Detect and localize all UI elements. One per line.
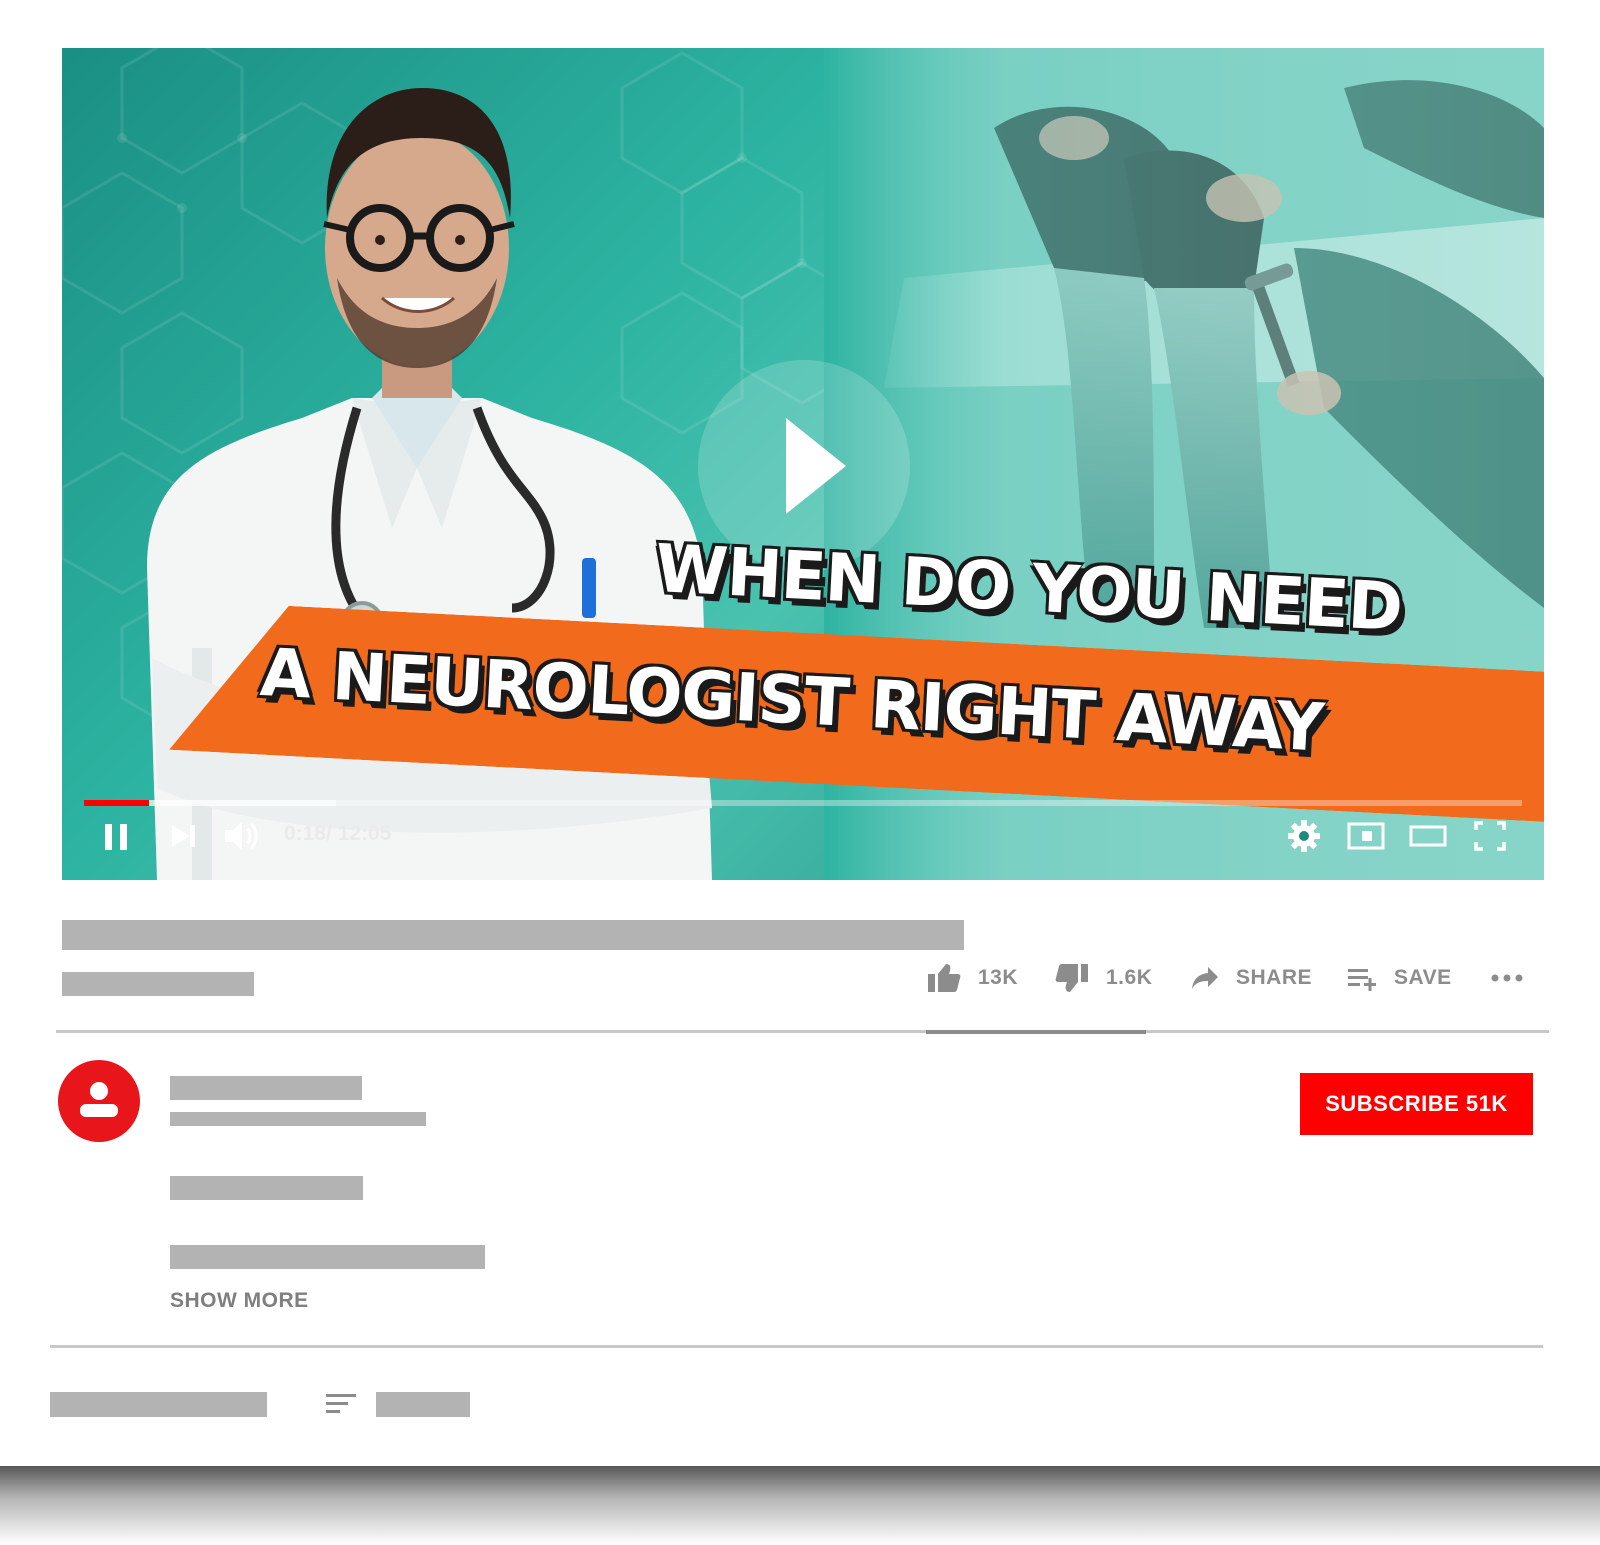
dislike-count: 1.6K [1106,966,1153,989]
video-player[interactable]: WHEN DO YOU NEED A NEUROLOGIST RIGHT AWA… [62,48,1544,880]
pause-button[interactable] [102,818,132,854]
view-count-placeholder [62,972,254,996]
volume-button[interactable] [222,818,262,854]
play-icon [786,418,846,514]
more-horizontal-icon [1491,974,1523,982]
page-shadow [0,1466,1600,1545]
save-label: SAVE [1394,966,1452,989]
more-actions-button[interactable] [1490,958,1524,998]
like-button[interactable]: 13K [926,958,1018,998]
time-display: 0:18/ 12:05 [284,822,392,845]
video-title-placeholder [62,920,964,950]
subscriber-count-placeholder [170,1112,426,1126]
thumbs-down-icon [1055,964,1088,992]
theater-mode-icon [1409,825,1447,847]
like-ratio-bar [926,1030,1146,1034]
comments-count-placeholder [50,1392,267,1417]
settings-icon [1288,820,1320,852]
next-button[interactable] [166,818,200,854]
next-icon [172,825,195,847]
sort-icon [326,1394,356,1413]
channel-name-placeholder [170,1076,362,1100]
add-to-playlist-icon [1348,969,1376,991]
description-line-placeholder [170,1245,485,1269]
show-more-button[interactable]: SHOW MORE [170,1289,309,1313]
pause-icon [105,824,127,850]
fullscreen-icon [1474,821,1506,851]
user-icon [80,1082,118,1117]
fullscreen-button[interactable] [1472,818,1508,854]
channel-avatar[interactable] [58,1060,140,1142]
share-icon [1192,967,1218,989]
section-divider [50,1345,1543,1348]
dislike-button[interactable]: 1.6K [1054,958,1152,998]
sort-button[interactable] [324,1392,358,1416]
miniplayer-button[interactable] [1346,818,1386,854]
subscribe-button[interactable]: SUBSCRIBE 51K [1300,1073,1533,1135]
progress-played [84,800,149,806]
sort-label-placeholder [376,1392,470,1417]
description-line-placeholder [170,1176,363,1200]
thumbs-up-icon [928,964,961,992]
share-label: SHARE [1236,966,1313,989]
settings-button[interactable] [1286,818,1322,854]
share-button[interactable]: SHARE [1190,958,1312,998]
save-button[interactable]: SAVE [1346,958,1452,998]
theater-mode-button[interactable] [1408,818,1448,854]
section-divider [56,1030,1549,1033]
miniplayer-icon [1347,822,1385,850]
progress-bar[interactable] [84,800,1522,806]
like-count: 13K [978,966,1019,989]
volume-icon [225,822,258,850]
